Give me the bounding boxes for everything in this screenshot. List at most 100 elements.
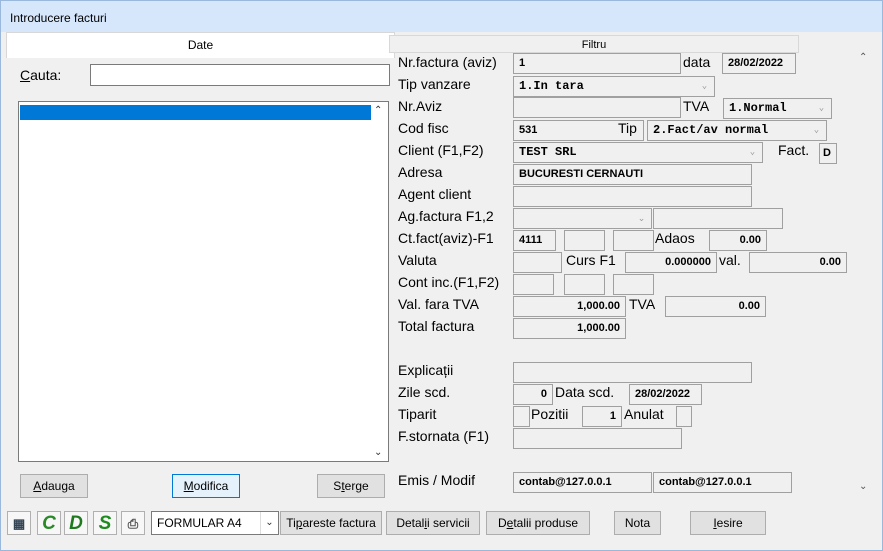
data-scd-field[interactable]: 28/02/2022 <box>629 384 702 405</box>
agent-client-field[interactable] <box>513 186 752 207</box>
data-scd-label: Data scd. <box>555 384 615 400</box>
explicatii-field[interactable] <box>513 362 752 383</box>
printer-icon[interactable]: ⎙ <box>121 511 145 535</box>
tva-label: TVA <box>683 98 710 114</box>
val-field[interactable]: 0.00 <box>749 252 847 273</box>
chevron-down-icon[interactable]: ⌄ <box>696 78 713 95</box>
cod-fisc-label: Cod fisc <box>398 120 449 136</box>
total-field[interactable]: 1,000.00 <box>513 318 626 339</box>
scroll-up-icon[interactable]: ⌃ <box>859 52 867 63</box>
emis-modif-label: Emis / Modif <box>398 472 476 488</box>
data-label: data <box>683 54 711 70</box>
client-select[interactable]: TEST SRL ⌄ <box>513 142 763 163</box>
search-label: Cauta: <box>20 67 62 83</box>
tva2-field[interactable]: 0.00 <box>665 296 766 317</box>
product-details-button[interactable]: Detalii produse <box>486 511 590 535</box>
chevron-down-icon[interactable]: ⌄ <box>808 122 825 139</box>
form-toolbar-icon[interactable]: ▦ <box>7 511 31 535</box>
list-item-client: TEST SRL <box>239 150 297 164</box>
total-label: Total factura <box>398 318 475 334</box>
note-button[interactable]: Nota <box>614 511 661 535</box>
ct-fact-label: Ct.fact(aviz)-F1 <box>398 230 494 246</box>
tab-filtru[interactable]: Filtru <box>389 35 799 53</box>
window-title: Introducere facturi <box>10 11 107 25</box>
valuta-label: Valuta <box>398 252 437 268</box>
client-label: Client (F1,F2) <box>398 142 484 158</box>
nr-factura-field[interactable]: 1 <box>513 53 681 74</box>
fstornata-field[interactable] <box>513 428 682 449</box>
tva-select[interactable]: 1.Normal ⌄ <box>723 98 832 119</box>
explicatii-label: Explicații <box>398 362 454 378</box>
ag-factura-select[interactable]: ⌄ <box>513 208 652 229</box>
adresa-label: Adresa <box>398 164 443 180</box>
ag-factura-label: Ag.factura F1,2 <box>398 208 494 224</box>
nr-factura-label: Nr.factura (aviz) <box>398 54 497 70</box>
data-field[interactable]: 28/02/2022 <box>722 53 796 74</box>
cont-inc-field-1[interactable] <box>513 274 554 295</box>
val-label: val. <box>719 252 741 268</box>
invoice-list[interactable]: 1 28-02-2022 TEST SRL ⌃ ⌄ <box>18 101 389 462</box>
list-scrollbar[interactable]: ⌃ ⌄ <box>371 102 388 461</box>
list-item-date: 28-02-2022 <box>152 135 225 149</box>
adaos-label: Adaos <box>655 230 695 246</box>
adaos-field[interactable]: 0.00 <box>709 230 767 251</box>
tva2-label: TVA <box>629 296 656 312</box>
pozitii-label: Pozitii <box>531 406 569 422</box>
add-button[interactable]: Adauga <box>20 474 88 498</box>
ct-fact-field[interactable]: 4111 <box>513 230 556 251</box>
adresa-field[interactable]: BUCURESTI CERNAUTI <box>513 164 752 185</box>
ag-factura-name-field[interactable] <box>653 208 783 229</box>
tiparit-field[interactable] <box>513 406 530 427</box>
format-select[interactable]: FORMULAR A4 ⌄ <box>151 511 279 535</box>
list-item[interactable]: 1 28-02-2022 TEST SRL <box>20 105 372 164</box>
curs-field[interactable]: 0.000000 <box>625 252 717 273</box>
modif-field[interactable]: contab@127.0.0.1 <box>653 472 792 493</box>
cont-inc-field-2[interactable] <box>564 274 605 295</box>
exit-button[interactable]: Iesire <box>690 511 766 535</box>
chevron-down-icon[interactable]: ⌄ <box>633 210 650 227</box>
fact-field[interactable]: D <box>819 143 837 164</box>
val-fara-tva-label: Val. fara TVA <box>398 296 479 312</box>
fact-label: Fact. <box>778 142 810 158</box>
nr-aviz-label: Nr.Aviz <box>398 98 443 114</box>
list-item-nr: 1 <box>23 120 31 134</box>
cont-inc-label: Cont inc.(F1,F2) <box>398 274 500 290</box>
form-scrollbar[interactable]: ⌃ ⌄ <box>856 46 873 496</box>
delete-button[interactable]: Sterge <box>317 474 385 498</box>
print-invoice-button[interactable]: Tipareste factura <box>280 511 382 535</box>
service-details-button[interactable]: Detalii servicii <box>386 511 480 535</box>
ct-fact-field-2[interactable] <box>564 230 605 251</box>
emis-field[interactable]: contab@127.0.0.1 <box>513 472 652 493</box>
s-toolbar-icon[interactable]: S <box>93 511 117 535</box>
valuta-field[interactable] <box>513 252 562 273</box>
tip-vanzare-select[interactable]: 1.In tara ⌄ <box>513 76 715 97</box>
anulat-label: Anulat <box>624 406 664 422</box>
fstornata-label: F.stornata (F1) <box>398 428 490 444</box>
d-toolbar-icon[interactable]: D <box>64 511 88 535</box>
chevron-down-icon[interactable]: ⌄ <box>744 144 761 161</box>
scroll-down-icon[interactable]: ⌄ <box>859 481 867 492</box>
c-toolbar-icon[interactable]: C <box>37 511 61 535</box>
agent-client-label: Agent client <box>398 186 472 202</box>
zile-scd-label: Zile scd. <box>398 384 451 400</box>
ct-fact-field-3[interactable] <box>613 230 654 251</box>
main-window: Introducere facturi Date Filtru Cauta: 1… <box>0 0 883 551</box>
tip-select[interactable]: 2.Fact/av normal ⌄ <box>647 120 827 141</box>
scroll-up-icon[interactable]: ⌃ <box>374 105 382 116</box>
search-input[interactable] <box>90 64 390 86</box>
nr-aviz-field[interactable] <box>513 97 681 118</box>
anulat-field[interactable] <box>676 406 692 427</box>
chevron-down-icon[interactable]: ⌄ <box>260 512 278 534</box>
chevron-down-icon[interactable]: ⌄ <box>813 100 830 117</box>
pozitii-field[interactable]: 1 <box>582 406 622 427</box>
tip-vanzare-label: Tip vanzare <box>398 76 471 92</box>
title-bar: Introducere facturi <box>1 1 882 32</box>
scroll-down-icon[interactable]: ⌄ <box>374 447 382 458</box>
tiparit-label: Tiparit <box>398 406 437 422</box>
tab-date[interactable]: Date <box>6 32 395 58</box>
cont-inc-field-3[interactable] <box>613 274 654 295</box>
zile-scd-field[interactable]: 0 <box>513 384 553 405</box>
val-fara-tva-field[interactable]: 1,000.00 <box>513 296 626 317</box>
curs-label: Curs F1 <box>566 252 616 268</box>
modify-button[interactable]: Modifica <box>172 474 240 498</box>
